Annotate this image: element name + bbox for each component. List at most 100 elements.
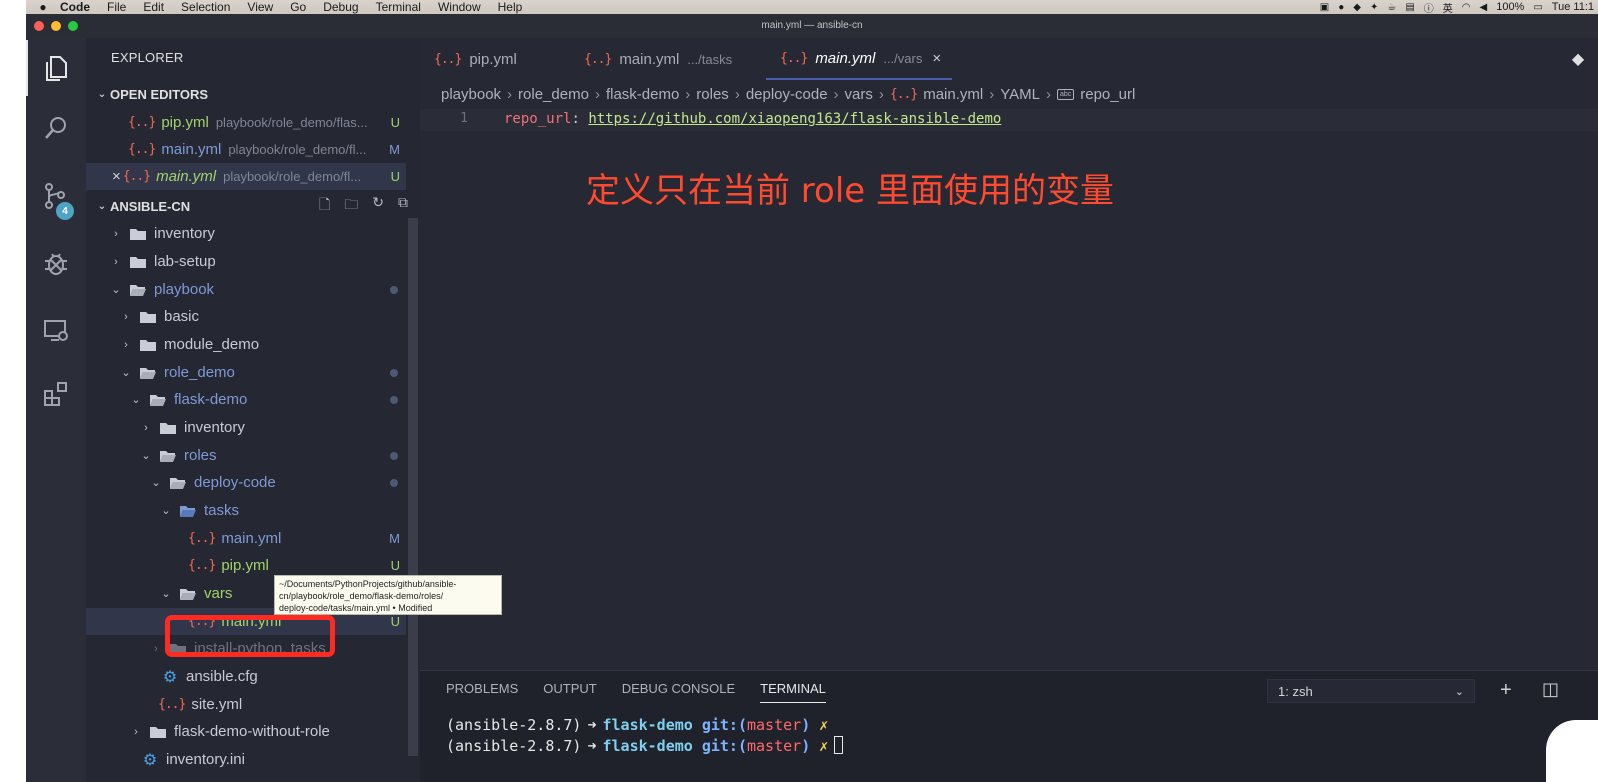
prompt-branch: master [747, 716, 802, 734]
breadcrumb-item[interactable]: YAML [1000, 86, 1040, 103]
wifi-icon[interactable]: ◠ [1462, 2, 1471, 13]
open-editor-item[interactable]: {..} pip.yml playbook/role_demo/flas... … [128, 109, 406, 136]
terminal-select[interactable]: 1: zsh ⌄ [1267, 679, 1475, 703]
tree-folder[interactable]: › module_demo [86, 331, 406, 358]
search-activity-button[interactable] [26, 100, 86, 156]
tab-problems[interactable]: PROBLEMS [446, 681, 518, 703]
close-tab-icon[interactable]: × [932, 50, 941, 67]
menu-help[interactable]: Help [498, 0, 523, 14]
activity-bar: 4 [26, 38, 86, 782]
tree-folder-open[interactable]: ⌄ role_demo [86, 359, 406, 386]
input-method-indicator[interactable]: 英 [1443, 0, 1453, 15]
prompt-git-close: ) [801, 716, 811, 734]
menu-app-code[interactable]: Code [60, 0, 90, 14]
editor-tabs: {..} pip.yml {..} main.yml .../tasks {..… [420, 38, 1598, 80]
editor-tab[interactable]: {..} pip.yml [420, 38, 560, 80]
remote-explorer-activity-button[interactable] [26, 302, 86, 358]
split-terminal-icon[interactable]: ◫ [1542, 679, 1559, 700]
terminal-output[interactable]: (ansible-2.8.7) ➜ flask-demo git:(master) … [446, 715, 844, 757]
menu-debug[interactable]: Debug [323, 0, 358, 14]
menu-file[interactable]: File [107, 0, 126, 14]
breadcrumb-item[interactable]: role_demo [518, 86, 589, 103]
menu-go[interactable]: Go [290, 0, 306, 14]
terminal-cursor [834, 736, 844, 754]
workspace-section-header[interactable]: ⌄ ANSIBLE-CN 🗋 🗀 ↻ ⧉ [86, 194, 420, 218]
volume-icon[interactable]: ◀ [1480, 2, 1488, 13]
breadcrumb-item[interactable]: flask-demo [606, 86, 679, 103]
new-terminal-icon[interactable]: + [1500, 679, 1512, 702]
tree-folder-open[interactable]: ⌄ roles [86, 442, 406, 469]
breadcrumb-item[interactable]: main.yml [923, 86, 983, 103]
modified-dot [390, 478, 398, 487]
tree-file[interactable]: ⚙ inventory.ini [86, 746, 406, 773]
tree-folder-open[interactable]: ⌄ playbook [86, 276, 406, 303]
sidebar-scrollbar[interactable] [408, 218, 418, 756]
debug-activity-button[interactable] [26, 236, 86, 292]
open-editors-section-header[interactable]: ⌄ OPEN EDITORS [86, 82, 420, 106]
cup-icon[interactable]: ☕ [1387, 2, 1396, 13]
tab-terminal[interactable]: TERMINAL [760, 681, 826, 703]
editor-tab[interactable]: {..} main.yml .../tasks [560, 38, 766, 80]
tree-folder[interactable]: › inventory [86, 220, 406, 247]
yaml-url-value[interactable]: https://github.com/xiaopeng163/flask-ans… [588, 111, 1001, 127]
collapse-all-icon[interactable]: ⧉ [398, 194, 408, 218]
code-line[interactable]: 1 repo_url: https://github.com/xiaopeng1… [420, 109, 1598, 131]
window-title-bar: main.yml — ansible-cn [26, 14, 1598, 38]
tree-folder-open[interactable]: ⌄ deploy-code [86, 469, 406, 496]
tab-output[interactable]: OUTPUT [543, 681, 596, 703]
tree-folder[interactable]: › basic [86, 303, 406, 330]
apple-icon[interactable]: ● [26, 0, 60, 14]
explorer-activity-button[interactable] [26, 40, 86, 96]
open-editor-item-active[interactable]: × {..} main.yml playbook/role_demo/fl...… [86, 163, 406, 190]
message-icon[interactable]: ◆ [1353, 2, 1361, 13]
git-status-untracked: U [390, 558, 400, 573]
editor-tab-active[interactable]: {..} main.yml .../vars × [766, 38, 952, 80]
chevron-right-icon: › [1045, 85, 1051, 103]
source-control-activity-button[interactable]: 4 [26, 168, 86, 224]
wechat-icon[interactable]: ● [1338, 2, 1344, 13]
breadcrumb-item[interactable]: vars [845, 86, 873, 103]
explorer-title: EXPLORER [111, 50, 184, 65]
tab-debug-console[interactable]: DEBUG CONSOLE [622, 681, 735, 703]
new-file-icon[interactable]: 🗋 [319, 194, 330, 218]
new-folder-icon[interactable]: 🗀 [344, 194, 358, 218]
dropbox-icon[interactable]: ✦ [1370, 2, 1378, 13]
workspace-label: ANSIBLE-CN [110, 198, 191, 214]
close-editor-icon[interactable]: × [112, 168, 121, 185]
chevron-down-icon: ⌄ [141, 450, 151, 462]
extensions-activity-button[interactable] [26, 366, 86, 422]
open-editor-item[interactable]: {..} main.yml playbook/role_demo/fl... M [128, 136, 406, 163]
menu-terminal[interactable]: Terminal [376, 0, 421, 14]
display-icon[interactable]: ▣ [1320, 2, 1329, 13]
tree-folder[interactable]: › inventory [86, 414, 406, 441]
yaml-file-icon: {..} [128, 142, 156, 157]
breadcrumb-item[interactable]: playbook [441, 86, 501, 103]
menu-selection[interactable]: Selection [181, 0, 230, 14]
breadcrumb-item[interactable]: deploy-code [746, 86, 828, 103]
menu-view[interactable]: View [247, 0, 273, 14]
chevron-right-icon: › [144, 421, 148, 434]
folder-icon [138, 337, 158, 353]
battery-percent[interactable]: 100% [1496, 1, 1524, 13]
remote-explorer-icon [44, 320, 68, 341]
tree-file[interactable]: {..} site.yml [86, 691, 406, 718]
source-control-badge: 4 [56, 202, 74, 220]
menu-edit[interactable]: Edit [143, 0, 164, 14]
menu-window[interactable]: Window [438, 0, 481, 14]
tree-folder[interactable]: › flask-demo-without-role [86, 718, 406, 745]
breadcrumb-item[interactable]: repo_url [1080, 86, 1135, 103]
terminal-line: (ansible-2.8.7) ➜ flask-demo git:(master) … [446, 736, 844, 757]
info-icon[interactable]: ⓘ [1424, 0, 1434, 15]
tree-folder-open[interactable]: ⌄ tasks [86, 497, 406, 524]
breadcrumb-item[interactable]: roles [696, 86, 729, 103]
box-icon[interactable]: ▤ [1405, 2, 1414, 13]
refresh-icon[interactable]: ↻ [372, 194, 384, 218]
clock[interactable]: Tue 11:1 [1552, 1, 1594, 13]
tree-folder[interactable]: › lab-setup [86, 248, 406, 275]
tree-label: lab-setup [154, 253, 216, 270]
tree-folder-open[interactable]: ⌄ flask-demo [86, 386, 406, 413]
tree-file[interactable]: ⚙ ansible.cfg [86, 663, 406, 690]
code-content[interactable]: repo_url: https://github.com/xiaopeng163… [504, 111, 1001, 127]
tree-file[interactable]: {..} main.yml M [86, 525, 406, 552]
open-changes-icon[interactable]: ◆ [1558, 38, 1598, 80]
